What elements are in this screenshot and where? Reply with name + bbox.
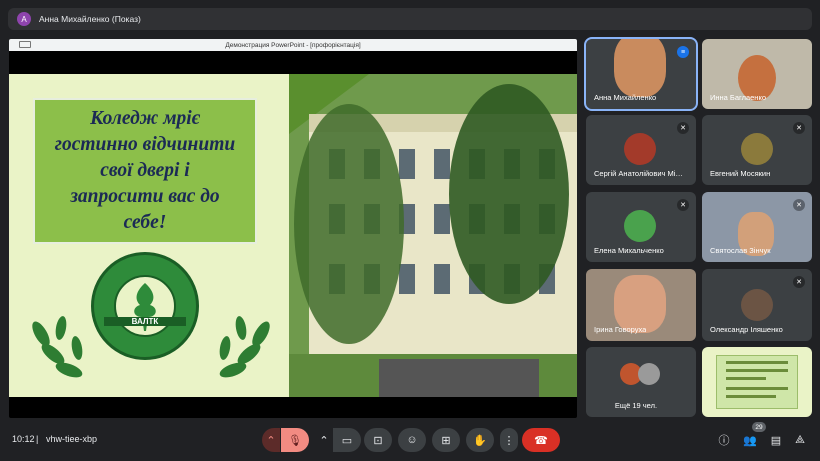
participant-name: Святослав Зінчук [710,246,771,255]
mic-options-button[interactable]: ⌃ [262,428,280,452]
present-button[interactable]: ⊞ [432,428,460,452]
window-icon [19,41,31,48]
video-icon: ▭ [341,434,353,447]
participant-name: Анна Михайленко [594,93,657,102]
logo-text: ВАЛТК [104,317,186,326]
participant-tile[interactable]: ✕ Сергій Анатолійович Мі… [586,115,696,185]
emoji-icon: ☺ [406,434,418,446]
camera-button[interactable]: ▭ [333,428,361,452]
presentation-screen[interactable]: Демонстрация PowerPoint - [профорієнтаці… [9,39,577,418]
presenter-label: Анна Михайленко (Показ) [39,14,141,24]
participant-tile[interactable]: ✕ Евгений Мосякин [702,115,812,185]
captions-icon: ⊡ [373,434,383,447]
participant-name: Елена Михальченко [594,246,664,255]
presentation-thumbnail[interactable] [702,347,812,417]
participant-name: Олександр Іляшенко [710,325,783,334]
college-logo: ВАЛТК [91,252,199,360]
participant-name: Ещё 19 чел. [614,401,658,410]
people-count-badge: 29 [752,422,766,432]
participant-tile[interactable]: ✕ Елена Михальченко [586,192,696,262]
more-vert-icon: ⋮ [503,434,515,447]
present-icon: ⊞ [441,434,451,447]
end-call-button[interactable]: ☎ [522,428,560,452]
participant-tile[interactable]: ≡ Анна Михайленко [584,37,698,111]
chat-icon: ▤ [770,434,782,447]
mic-off-icon: 🎙 [288,434,302,447]
window-title: Демонстрация PowerPoint - [профорієнтаці… [225,41,361,49]
participant-name: Ірина Говоруха [594,325,647,334]
mic-off-icon: ✕ [677,199,689,211]
people-button[interactable]: 👥 [740,430,760,450]
oak-leaf-icon [114,275,176,337]
clock: 10:12 [12,434,35,444]
participant-tile[interactable]: Инна Баглаенко [702,39,812,109]
separator: | [36,434,39,444]
mic-off-icon: ✕ [793,276,805,288]
more-participants-tile[interactable]: Ещё 19 чел. [586,347,696,417]
mic-toggle-button[interactable]: 🎙 [281,428,309,452]
participant-name: Сергій Анатолійович Мі… [594,169,683,178]
more-options-button[interactable]: ⋮ [500,428,518,452]
participant-tile[interactable]: Ірина Говоруха [586,269,696,341]
slide-left-panel: Коледж мріє гостинно відчинити свої двер… [9,74,289,397]
slide-caption: Коледж мріє гостинно відчинити свої двер… [54,108,236,233]
participant-tile[interactable]: ✕ Святослав Зінчук [702,192,812,262]
participant-name: Инна Баглаенко [710,93,766,102]
avatar: А [17,12,31,26]
camera-options-button[interactable]: ⌃ [315,428,333,452]
captions-button[interactable]: ⊡ [364,428,392,452]
activities-icon: ⟁ [795,433,805,446]
hand-icon: ✋ [473,434,487,447]
participant-name: Евгений Мосякин [710,169,771,178]
college-photo [289,74,577,397]
activities-button[interactable]: ⟁ [790,430,810,450]
meeting-code[interactable]: vhw-tiee-xbp [46,434,97,444]
presenter-bar: А Анна Михайленко (Показ) [8,8,812,30]
meeting-details-button[interactable]: ⓘ [714,430,734,450]
hang-up-icon: ☎ [534,434,548,447]
window-titlebar: Демонстрация PowerPoint - [профорієнтаці… [9,39,577,51]
slide: Коледж мріє гостинно відчинити свої двер… [9,74,577,397]
mic-off-icon: ✕ [677,122,689,134]
raise-hand-button[interactable]: ✋ [466,428,494,452]
info-icon: ⓘ [718,435,730,447]
people-icon: 👥 [743,434,757,447]
participant-tile[interactable]: ✕ Олександр Іляшенко [702,269,812,341]
slide-caption-box: Коледж мріє гостинно відчинити свої двер… [33,98,257,244]
chat-button[interactable]: ▤ [766,430,786,450]
mic-off-icon: ✕ [793,199,805,211]
speaking-icon: ≡ [677,46,689,58]
reactions-button[interactable]: ☺ [398,428,426,452]
mic-off-icon: ✕ [793,122,805,134]
